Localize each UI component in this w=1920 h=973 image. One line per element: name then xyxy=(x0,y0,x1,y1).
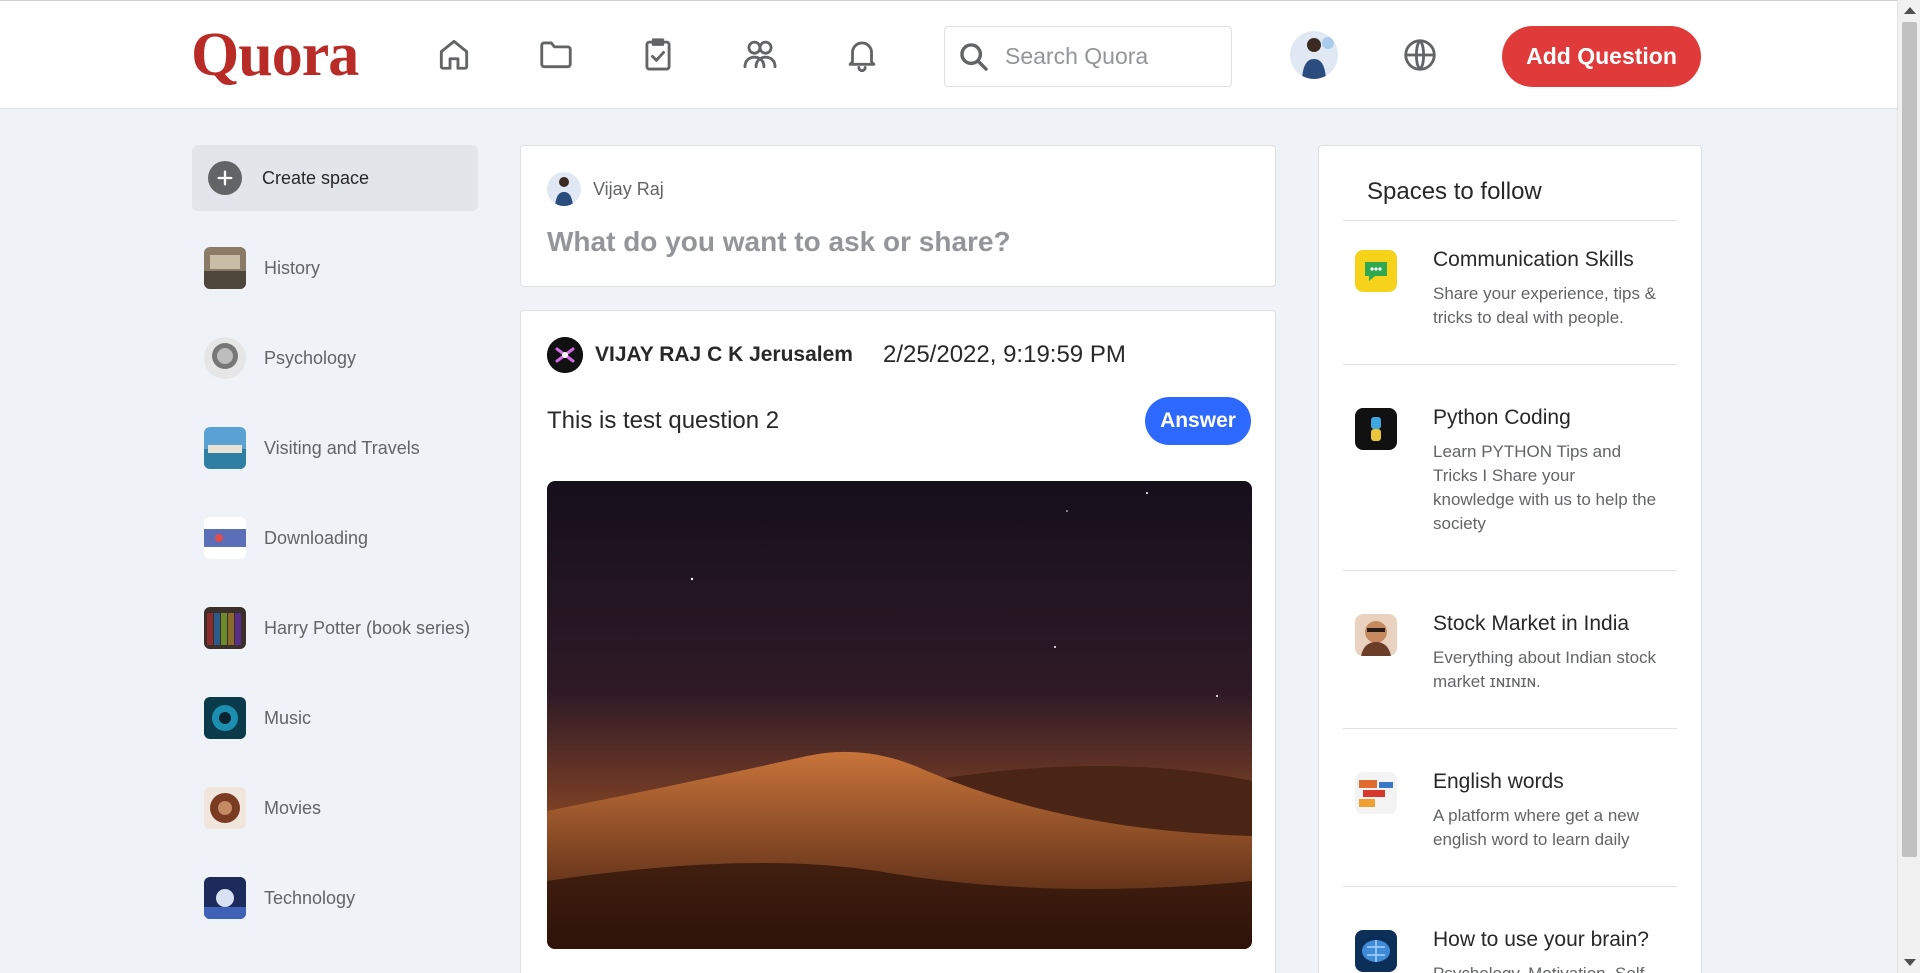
brain-icon xyxy=(1355,930,1397,972)
space-item-communication-skills[interactable]: Communication Skills Share your experien… xyxy=(1355,248,1675,358)
answer-icon[interactable] xyxy=(638,34,678,74)
space-description: Learn PYTHON Tips and Tricks I Share you… xyxy=(1433,442,1657,533)
ask-user: Vijay Raj xyxy=(547,172,664,206)
post-timestamp: 2/25/2022, 9:19:59 PM xyxy=(882,341,1126,368)
sidebar-item-psychology[interactable]: Psychology xyxy=(204,336,484,380)
space-item-stock-market-india[interactable]: Stock Market in India Everything about I… xyxy=(1355,612,1675,722)
spaces-icon[interactable] xyxy=(740,34,780,74)
space-description: Everything about Indian stock market ɪɴɪ… xyxy=(1433,648,1657,691)
ask-question-card[interactable]: Vijay Raj What do you want to ask or sha… xyxy=(520,145,1276,287)
post-header: VIJAY RAJ C K Jerusalem 2/25/2022, 9:19:… xyxy=(547,337,1126,373)
movies-thumbnail xyxy=(204,787,246,829)
sidebar-item-label: Technology xyxy=(264,887,356,908)
search-input[interactable] xyxy=(1005,43,1205,70)
sidebar-item-label: Harry Potter (book series) xyxy=(264,617,471,638)
scroll-up-icon[interactable] xyxy=(1904,7,1916,14)
history-thumbnail xyxy=(204,247,246,289)
divider xyxy=(1343,364,1677,365)
space-item-english-words[interactable]: English words A platform where get a new… xyxy=(1355,770,1675,880)
sidebar-item-label: Movies xyxy=(264,797,322,818)
divider xyxy=(1343,886,1677,887)
music-thumbnail xyxy=(204,697,246,739)
ask-input[interactable]: What do you want to ask or share? xyxy=(547,226,1011,258)
space-item-how-to-use-brain[interactable]: How to use your brain? Psychology, Motiv… xyxy=(1355,928,1675,973)
question-post: VIJAY RAJ C K Jerusalem 2/25/2022, 9:19:… xyxy=(520,310,1276,973)
sidebar-item-history[interactable]: History xyxy=(204,246,484,290)
home-icon[interactable] xyxy=(434,34,474,74)
python-icon xyxy=(1355,408,1397,450)
travels-thumbnail xyxy=(204,427,246,469)
divider xyxy=(1343,220,1677,221)
ask-user-name: Vijay Raj xyxy=(593,178,664,199)
space-name: Stock Market in India xyxy=(1433,612,1630,635)
divider xyxy=(1343,570,1677,571)
technology-thumbnail xyxy=(204,877,246,919)
notifications-icon[interactable] xyxy=(842,34,882,74)
downloading-thumbnail xyxy=(204,517,246,559)
space-item-python-coding[interactable]: Python Coding Learn PYTHON Tips and Tric… xyxy=(1355,406,1675,556)
search-bar[interactable] xyxy=(944,26,1232,87)
quora-logo[interactable]: Quora xyxy=(191,19,359,91)
sidebar-item-label: Downloading xyxy=(264,527,369,548)
following-icon[interactable] xyxy=(536,34,576,74)
chat-bubble-icon xyxy=(1355,250,1397,292)
spaces-title: Spaces to follow xyxy=(1367,178,1542,205)
sidebar-item-music[interactable]: Music xyxy=(204,696,484,740)
create-space-label: Create space xyxy=(262,167,370,188)
scrollbar-thumb[interactable] xyxy=(1902,22,1917,857)
space-name: English words xyxy=(1433,770,1564,793)
sidebar-item-label: History xyxy=(264,257,321,278)
spaces-to-follow-panel: Spaces to follow Communication Skills Sh… xyxy=(1318,145,1702,973)
english-words-icon xyxy=(1355,772,1397,814)
sidebar-item-label: Visiting and Travels xyxy=(264,437,420,458)
space-description: Share your experience, tips & tricks to … xyxy=(1433,284,1657,327)
top-header: Quora Add Question xyxy=(0,0,1897,109)
space-name: Communication Skills xyxy=(1433,248,1634,271)
language-globe-icon[interactable] xyxy=(1400,35,1440,75)
sidebar-item-visiting-and-travels[interactable]: Visiting and Travels xyxy=(204,426,484,470)
page-scrollbar[interactable] xyxy=(1897,0,1920,973)
sidebar-item-movies[interactable]: Movies xyxy=(204,786,484,830)
harry-potter-thumbnail xyxy=(204,607,246,649)
user-avatar xyxy=(547,172,581,206)
post-image xyxy=(547,481,1252,949)
add-question-button[interactable]: Add Question xyxy=(1502,26,1701,87)
scroll-down-icon[interactable] xyxy=(1904,959,1916,966)
plus-icon xyxy=(208,161,242,195)
answer-button[interactable]: Answer xyxy=(1145,397,1251,445)
stock-market-icon xyxy=(1355,614,1397,656)
psychology-thumbnail xyxy=(204,337,246,379)
space-name: Python Coding xyxy=(1433,406,1571,429)
search-icon xyxy=(960,42,988,71)
sidebar-item-label: Psychology xyxy=(264,347,357,368)
author-name[interactable]: VIJAY RAJ C K Jerusalem xyxy=(595,343,853,367)
sidebar-item-harry-potter[interactable]: Harry Potter (book series) xyxy=(204,606,484,650)
profile-avatar[interactable] xyxy=(1290,31,1338,79)
divider xyxy=(1343,728,1677,729)
space-description: Psychology, Motivation, Self- xyxy=(1433,962,1661,973)
author-avatar[interactable] xyxy=(547,337,583,373)
space-description: A platform where get a new english word … xyxy=(1433,806,1640,849)
sidebar-item-downloading[interactable]: Downloading xyxy=(204,516,484,560)
question-text[interactable]: This is test question 2 xyxy=(547,407,779,435)
sidebar-item-label: Music xyxy=(264,707,312,728)
space-name: How to use your brain? xyxy=(1433,928,1649,951)
create-space-button[interactable]: Create space xyxy=(192,145,478,211)
sidebar-item-technology[interactable]: Technology xyxy=(204,876,484,920)
